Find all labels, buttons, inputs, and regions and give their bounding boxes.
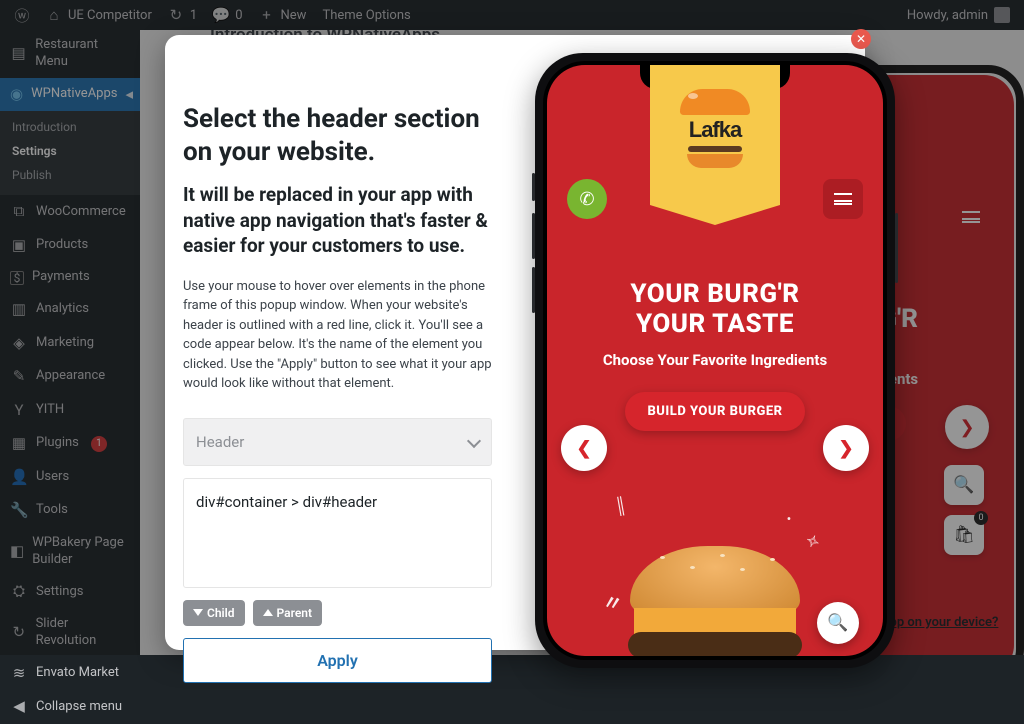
sparkle-icon: • xyxy=(787,512,791,526)
logo-banner[interactable]: Lafka xyxy=(650,65,780,205)
sparkle-icon: ║ xyxy=(613,495,628,517)
logo-bun-bottom-icon xyxy=(687,154,743,168)
child-label: Child xyxy=(207,606,235,620)
envato-icon: ≋ xyxy=(10,664,28,684)
phone-screen[interactable]: Lafka ✆ YOUR BURG'R YOUR TASTE Choose Yo… xyxy=(547,65,883,656)
collapse-label: Collapse menu xyxy=(36,699,122,716)
phone-search-button[interactable]: 🔍 xyxy=(817,602,859,644)
triangle-up-icon xyxy=(263,609,273,616)
hero-line1: YOUR BURG'R xyxy=(577,280,853,310)
triangle-down-icon xyxy=(193,609,203,616)
call-button[interactable]: ✆ xyxy=(567,179,607,219)
phone-mockup: Lafka ✆ YOUR BURG'R YOUR TASTE Choose Yo… xyxy=(535,53,895,668)
modal-title: Select the header section on your websit… xyxy=(183,103,492,168)
hero-section: YOUR BURG'R YOUR TASTE Choose Your Favor… xyxy=(547,280,883,431)
modal-subtitle: It will be replaced in your app with nat… xyxy=(183,182,492,259)
hero-sub: Choose Your Favorite Ingredients xyxy=(577,350,853,370)
collapse-menu[interactable]: ◀ Collapse menu xyxy=(0,690,140,724)
select-placeholder: Header xyxy=(196,433,244,451)
section-select[interactable]: Header xyxy=(183,418,492,466)
sidebar-item-label: Envato Market xyxy=(36,665,119,682)
slider-prev[interactable]: ❮ xyxy=(561,425,607,471)
search-icon: 🔍 xyxy=(827,613,848,633)
parent-button[interactable]: Parent xyxy=(253,600,322,626)
selector-output[interactable]: div#container > div#header xyxy=(183,478,492,588)
collapse-icon: ◀ xyxy=(10,697,28,717)
hamburger-icon xyxy=(834,193,852,205)
hero-line2: YOUR TASTE xyxy=(577,310,853,340)
apply-button[interactable]: Apply xyxy=(183,638,492,683)
close-button[interactable]: ✕ xyxy=(851,29,871,49)
hamburger-menu[interactable] xyxy=(823,179,863,219)
logo-patty-icon xyxy=(688,146,742,152)
sidebar-item-envato[interactable]: ≋ Envato Market xyxy=(0,657,140,691)
child-button[interactable]: Child xyxy=(183,600,245,626)
brand-name: Lafka xyxy=(689,117,741,143)
build-burger-button[interactable]: BUILD YOUR BURGER xyxy=(625,392,804,431)
phone-icon: ✆ xyxy=(579,189,594,210)
header-selector-modal: ✕ Select the header section on your webs… xyxy=(165,35,865,650)
logo-bun-icon xyxy=(680,89,750,115)
slider-next[interactable]: ❯ xyxy=(823,425,869,471)
modal-description: Use your mouse to hover over elements in… xyxy=(183,277,492,394)
selector-code: div#container > div#header xyxy=(196,493,377,511)
burger-image xyxy=(610,536,820,656)
parent-label: Parent xyxy=(277,606,312,620)
